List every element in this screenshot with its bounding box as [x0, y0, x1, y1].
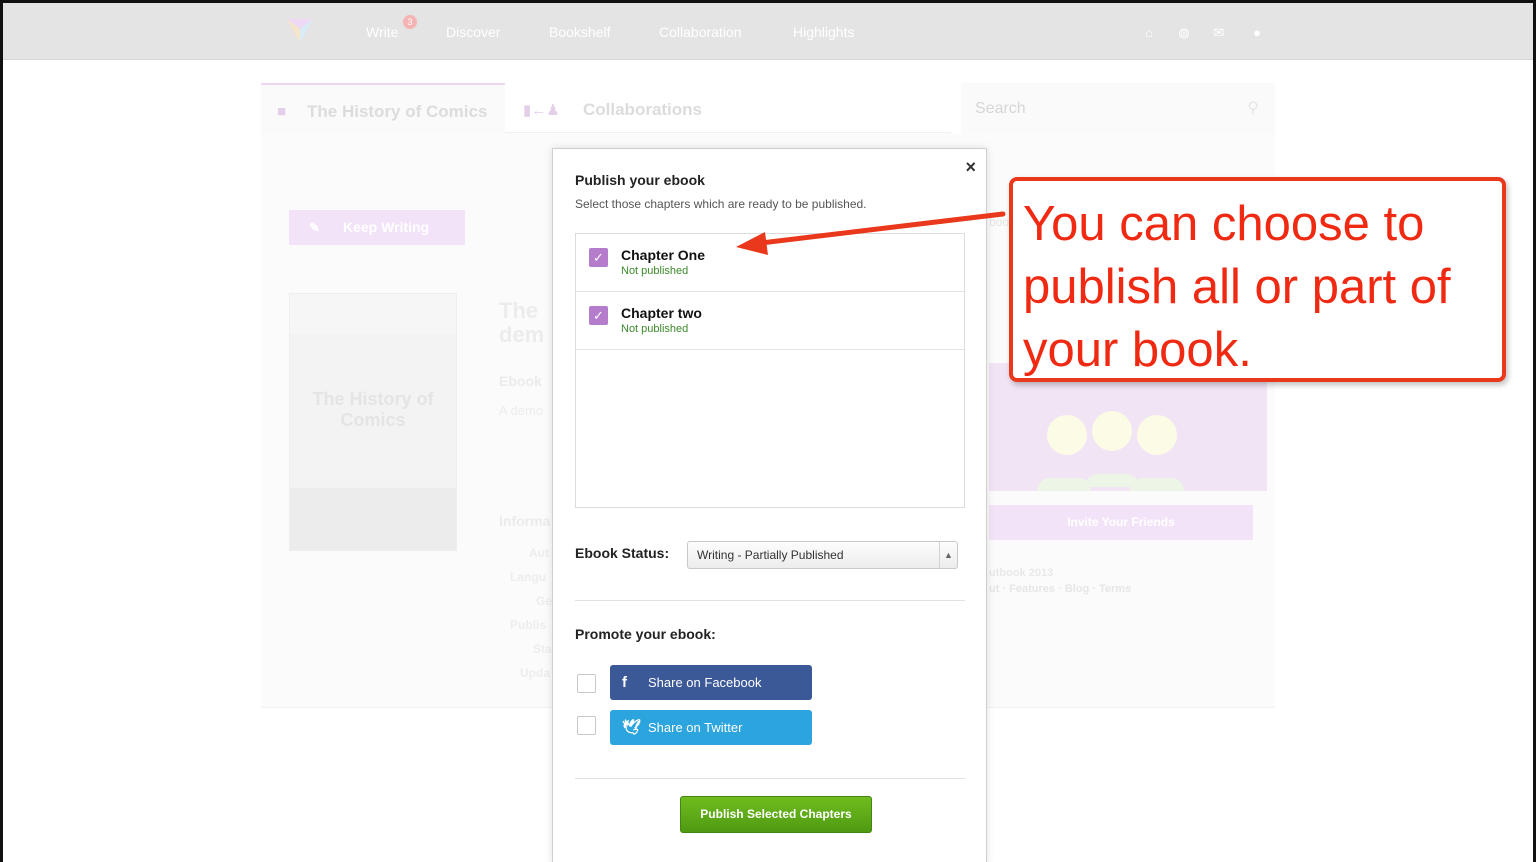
annotation-callout: You can choose to publish all or part of… [1009, 177, 1506, 382]
annotation-arrow [736, 211, 1006, 255]
callout-text: You can choose to publish all or part of… [1023, 197, 1451, 377]
screenshot-frame: Write 3 Discover Bookshelf Collaboration… [0, 0, 1536, 862]
